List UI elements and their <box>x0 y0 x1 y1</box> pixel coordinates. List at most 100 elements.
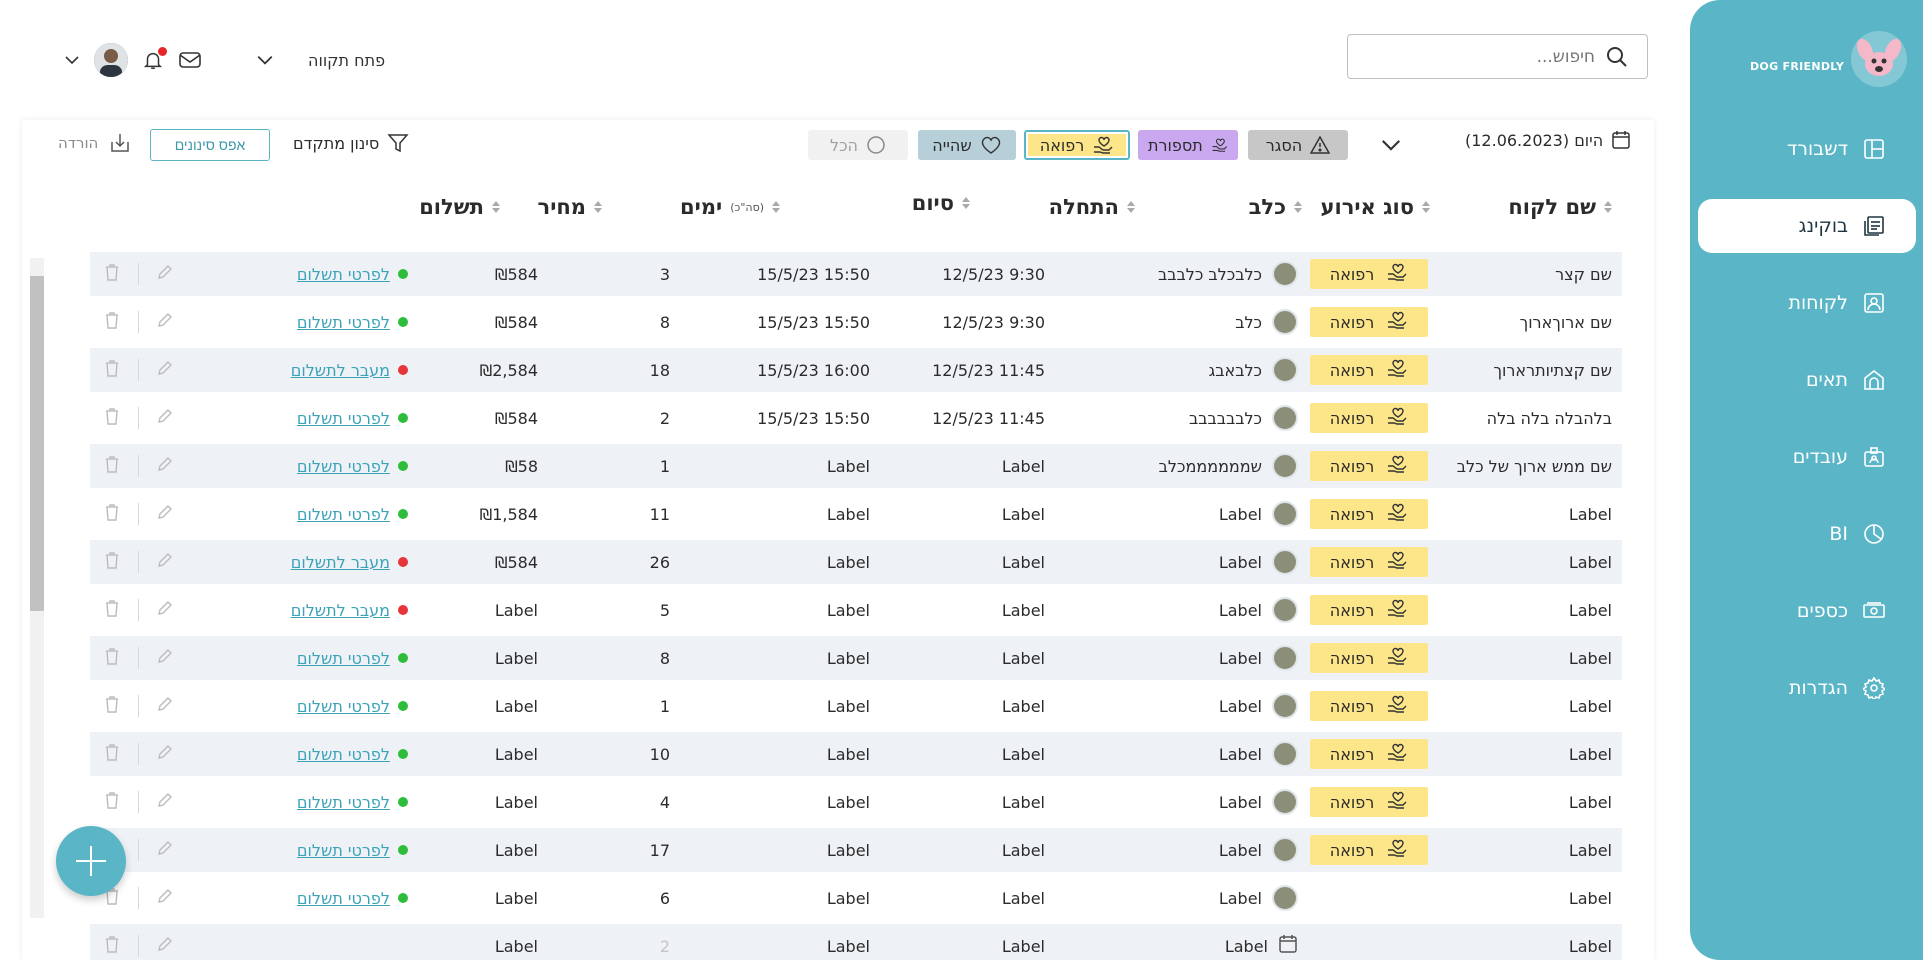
payment-link[interactable]: מעבר לתשלום <box>291 601 390 620</box>
chip-all[interactable]: הכל <box>808 130 908 160</box>
advanced-filter-button[interactable]: סינון מתקדם <box>293 132 409 154</box>
vertical-scrollbar[interactable] <box>30 258 44 918</box>
branch-chevron-icon[interactable] <box>256 51 274 69</box>
sidebar-item-booking[interactable]: בוקינג <box>1698 199 1916 253</box>
col-days[interactable]: ימים (סה"כ) <box>680 195 780 219</box>
col-price[interactable]: מחיר <box>538 195 602 219</box>
chevron-down-icon[interactable] <box>64 52 80 68</box>
sidebar-item-pie-chart[interactable]: BI <box>1698 507 1916 561</box>
trash-icon[interactable] <box>104 503 120 525</box>
table-row[interactable]: Label רפואה Label Label Label 11 ₪1,584 לפרטי ת… <box>90 492 1622 536</box>
col-end[interactable]: סיום <box>912 191 970 215</box>
table-row[interactable]: Label Label Label Label 6 Label לפרטי תשלום <box>90 876 1622 920</box>
pencil-icon[interactable] <box>157 456 173 476</box>
notifications[interactable] <box>142 47 167 71</box>
search-box[interactable] <box>1347 34 1648 79</box>
table-row[interactable]: Label רפואה Label Label Label 4 Label לפרטי תשל… <box>90 780 1622 824</box>
table-row[interactable]: בלהבלה בלה בלה רפואה כלבבבבבב 12/5/23 11:45… <box>90 396 1622 440</box>
sort-icon[interactable] <box>492 201 500 213</box>
table-row[interactable]: Label רפואה Label Label Label 5 Label מעבר לתשל… <box>90 588 1622 632</box>
pencil-icon[interactable] <box>157 264 173 284</box>
sort-icon[interactable] <box>1127 201 1135 213</box>
trash-icon[interactable] <box>104 791 120 813</box>
search-input[interactable] <box>1366 46 1595 67</box>
pencil-icon[interactable] <box>157 648 173 668</box>
trash-icon[interactable] <box>104 935 120 957</box>
table-row[interactable]: שם קצר רפואה כלבכלב כלבבב 12/5/23 9:30 15/5/… <box>90 252 1622 296</box>
payment-link[interactable]: לפרטי תשלום <box>297 889 390 908</box>
sort-icon[interactable] <box>1604 201 1612 213</box>
avatar[interactable] <box>94 43 128 77</box>
table-row[interactable]: Label Label Label Label 2 Label <box>90 924 1622 960</box>
payment-link[interactable]: לפרטי תשלום <box>297 409 390 428</box>
sort-icon[interactable] <box>962 197 970 209</box>
sort-icon[interactable] <box>772 201 780 213</box>
pencil-icon[interactable] <box>157 696 173 716</box>
pencil-icon[interactable] <box>157 312 173 332</box>
pencil-icon[interactable] <box>157 744 173 764</box>
scrollbar-thumb[interactable] <box>30 276 44 611</box>
chip-stay[interactable]: שהייה <box>918 130 1016 160</box>
payment-link[interactable]: לפרטי תשלום <box>297 841 390 860</box>
pencil-icon[interactable] <box>157 360 173 380</box>
col-dog[interactable]: כלב <box>1249 195 1302 219</box>
table-row[interactable]: Label רפואה Label Label Label 26 ₪584 מעבר לתשל… <box>90 540 1622 584</box>
chip-closed[interactable]: הסגר <box>1248 130 1348 160</box>
trash-icon[interactable] <box>104 359 120 381</box>
pencil-icon[interactable] <box>157 936 173 956</box>
payment-link[interactable]: לפרטי תשלום <box>297 313 390 332</box>
sidebar-item-customers[interactable]: לקוחות <box>1698 276 1916 330</box>
reset-filters-button[interactable]: אפס סינונים <box>150 129 270 161</box>
sidebar-item-staff[interactable]: עובדים <box>1698 430 1916 484</box>
table-row[interactable]: Label רפואה Label Label Label 1 Label לפרטי תשל… <box>90 684 1622 728</box>
col-event-type[interactable]: סוג אירוע <box>1321 195 1430 219</box>
payment-link[interactable]: לפרטי תשלום <box>297 649 390 668</box>
add-booking-button[interactable] <box>56 826 126 896</box>
search-icon[interactable] <box>1605 45 1629 69</box>
branch-name[interactable]: פתח תקווה <box>308 51 385 70</box>
payment-link[interactable]: לפרטי תשלום <box>297 793 390 812</box>
trash-icon[interactable] <box>104 407 120 429</box>
table-row[interactable]: Label רפואה Label Label Label 17 Label לפרטי תש… <box>90 828 1622 872</box>
col-customer[interactable]: שם לקוח <box>1508 195 1612 219</box>
col-start[interactable]: התחלה <box>1049 195 1135 219</box>
payment-link[interactable]: לפרטי תשלום <box>297 457 390 476</box>
trash-icon[interactable] <box>104 647 120 669</box>
pencil-icon[interactable] <box>157 600 173 620</box>
table-row[interactable]: Label רפואה Label Label Label 10 Label לפרטי תש… <box>90 732 1622 776</box>
payment-link[interactable]: לפרטי תשלום <box>297 265 390 284</box>
sort-icon[interactable] <box>1294 201 1302 213</box>
payment-link[interactable]: לפרטי תשלום <box>297 697 390 716</box>
pencil-icon[interactable] <box>157 408 173 428</box>
table-row[interactable]: שם ממש ארוך של כלב רפואה שממממממכלב Label La… <box>90 444 1622 488</box>
trash-icon[interactable] <box>104 599 120 621</box>
trash-icon[interactable] <box>104 743 120 765</box>
table-row[interactable]: שם קצתיותרארוך רפואה כלבאבג 12/5/23 11:45 15… <box>90 348 1622 392</box>
table-row[interactable]: Label רפואה Label Label Label 8 Label לפרטי תשל… <box>90 636 1622 680</box>
pencil-icon[interactable] <box>157 840 173 860</box>
date-filter[interactable]: היום (12.06.2023) <box>1465 130 1631 150</box>
sidebar-item-kennel[interactable]: תאים <box>1698 353 1916 407</box>
trash-icon[interactable] <box>104 311 120 333</box>
pencil-icon[interactable] <box>157 792 173 812</box>
col-payment[interactable]: תשלום <box>419 195 500 219</box>
mail-icon[interactable] <box>178 49 202 71</box>
payment-link[interactable]: לפרטי תשלום <box>297 745 390 764</box>
payment-link[interactable]: לפרטי תשלום <box>297 505 390 524</box>
chevron-down-icon[interactable] <box>1380 134 1402 156</box>
sidebar-item-money[interactable]: כספים <box>1698 584 1916 638</box>
chip-grooming[interactable]: תספורת <box>1138 130 1238 160</box>
sidebar-item-gear[interactable]: הגדרות <box>1698 661 1916 715</box>
payment-link[interactable]: מעבר לתשלום <box>291 553 390 572</box>
trash-icon[interactable] <box>104 263 120 285</box>
sort-icon[interactable] <box>594 201 602 213</box>
trash-icon[interactable] <box>104 551 120 573</box>
pencil-icon[interactable] <box>157 888 173 908</box>
sort-icon[interactable] <box>1422 201 1430 213</box>
payment-link[interactable]: מעבר לתשלום <box>291 361 390 380</box>
trash-icon[interactable] <box>104 455 120 477</box>
chip-medical[interactable]: רפואה <box>1024 130 1130 160</box>
download-button[interactable]: הורדה <box>58 132 132 154</box>
table-row[interactable]: שם ארוךארוך רפואה כלב 12/5/23 9:30 15/5/23 1… <box>90 300 1622 344</box>
sidebar-item-dashboard[interactable]: דשבורד <box>1698 122 1916 176</box>
